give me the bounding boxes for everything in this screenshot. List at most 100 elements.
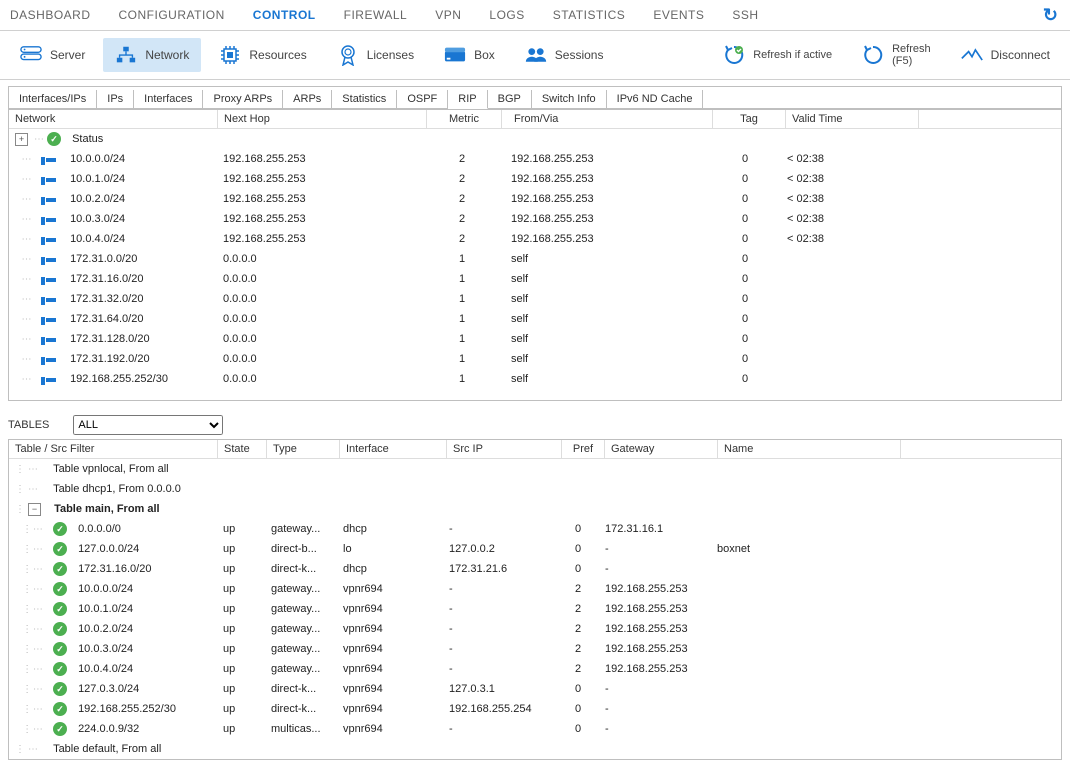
rip-row[interactable]: ⋯ 192.168.255.252/300.0.0.01self0 <box>9 369 1061 389</box>
menu-firewall[interactable]: FIREWALL <box>344 8 408 22</box>
rip-row[interactable]: ⋯ 172.31.128.0/200.0.0.01self0 <box>9 329 1061 349</box>
status-ok-icon: ✓ <box>53 582 67 596</box>
rip-status-row[interactable]: +⋯✓ Status <box>9 129 1061 149</box>
rip-metric: 2 <box>425 211 499 227</box>
rip-row[interactable]: ⋯ 10.0.4.0/24192.168.255.2532192.168.255… <box>9 229 1061 249</box>
rip-row[interactable]: ⋯ 172.31.32.0/200.0.0.01self0 <box>9 289 1061 309</box>
rip-row[interactable]: ⋯ 10.0.0.0/24192.168.255.2532192.168.255… <box>9 149 1061 169</box>
rip-network: 172.31.0.0/20 <box>70 253 137 265</box>
rip-nexthop: 0.0.0.0 <box>217 251 425 267</box>
route-icon <box>41 155 59 163</box>
tables-panel: Table / Src Filter State Type Interface … <box>8 439 1062 760</box>
col-tsf[interactable]: Table / Src Filter <box>9 440 218 458</box>
rip-row[interactable]: ⋯ 172.31.0.0/200.0.0.01self0 <box>9 249 1061 269</box>
menu-statistics[interactable]: STATISTICS <box>553 8 626 22</box>
rip-row[interactable]: ⋯ 10.0.3.0/24192.168.255.2532192.168.255… <box>9 209 1061 229</box>
col-type[interactable]: Type <box>267 440 340 458</box>
table-row[interactable]: ⋮ ⋯✓ 10.0.0.0/24upgateway...vpnr694-2192… <box>9 579 1061 599</box>
col-metric[interactable]: Metric <box>427 110 502 128</box>
rip-validtime: < 02:38 <box>781 191 913 207</box>
route-type: direct-k... <box>265 701 337 717</box>
reload-icon[interactable]: ↻ <box>1043 5 1058 26</box>
toolbar-network[interactable]: Network <box>103 38 201 72</box>
col-network[interactable]: Network <box>9 110 218 128</box>
route-pref: 0 <box>557 521 599 537</box>
subtab-statistics[interactable]: Statistics <box>332 90 397 109</box>
table-row[interactable]: ⋮ ⋯✓ 224.0.0.9/32upmulticas...vpnr694-0- <box>9 719 1061 739</box>
rip-row[interactable]: ⋯ 10.0.2.0/24192.168.255.2532192.168.255… <box>9 189 1061 209</box>
menu-configuration[interactable]: CONFIGURATION <box>119 8 225 22</box>
collapse-icon[interactable]: − <box>28 503 41 516</box>
toolbar-licenses-label: Licenses <box>367 48 414 62</box>
table-row[interactable]: ⋮ ⋯✓ 192.168.255.252/30updirect-k...vpnr… <box>9 699 1061 719</box>
subtab-interfaces-ips[interactable]: Interfaces/IPs <box>9 90 97 109</box>
table-group[interactable]: ⋮⋯ Table vpnlocal, From all <box>9 459 1061 479</box>
tables-filter-select[interactable]: ALL <box>73 415 223 435</box>
route-interface: vpnr694 <box>337 701 443 717</box>
rip-row[interactable]: ⋯ 172.31.192.0/200.0.0.01self0 <box>9 349 1061 369</box>
table-row[interactable]: ⋮ ⋯✓ 127.0.3.0/24updirect-k...vpnr694127… <box>9 679 1061 699</box>
table-group[interactable]: ⋮⋯ Table dhcp1, From 0.0.0.0 <box>9 479 1061 499</box>
rip-validtime <box>781 337 913 341</box>
route-network: 10.0.0.0/24 <box>78 583 133 595</box>
subtab-arps[interactable]: ARPs <box>283 90 332 109</box>
rip-network: 172.31.128.0/20 <box>70 333 150 345</box>
col-name[interactable]: Name <box>718 440 901 458</box>
table-row[interactable]: ⋮ ⋯✓ 10.0.4.0/24upgateway...vpnr694-2192… <box>9 659 1061 679</box>
rip-row[interactable]: ⋯ 10.0.1.0/24192.168.255.2532192.168.255… <box>9 169 1061 189</box>
menu-events[interactable]: EVENTS <box>653 8 704 22</box>
col-validtime[interactable]: Valid Time <box>786 110 919 128</box>
toolbar-box[interactable]: Box <box>432 38 507 72</box>
menu-vpn[interactable]: VPN <box>435 8 461 22</box>
toolbar-sessions[interactable]: Sessions <box>513 38 616 72</box>
toolbar-disconnect[interactable]: Disconnect <box>949 38 1062 72</box>
rip-fromvia: self <box>499 271 709 287</box>
table-row[interactable]: ⋮ ⋯✓ 10.0.3.0/24upgateway...vpnr694-2192… <box>9 639 1061 659</box>
subtab-ipv6-nd-cache[interactable]: IPv6 ND Cache <box>607 90 704 109</box>
toolbar-licenses[interactable]: Licenses <box>325 38 426 72</box>
menu-logs[interactable]: LOGS <box>489 8 524 22</box>
subtab-ips[interactable]: IPs <box>97 90 134 109</box>
toolbar-resources[interactable]: Resources <box>207 38 318 72</box>
table-row[interactable]: ⋮ ⋯✓ 10.0.1.0/24upgateway...vpnr694-2192… <box>9 599 1061 619</box>
col-interface[interactable]: Interface <box>340 440 447 458</box>
rip-network: 10.0.4.0/24 <box>70 233 125 245</box>
subtab-switch-info[interactable]: Switch Info <box>532 90 607 109</box>
col-pref[interactable]: Pref <box>562 440 605 458</box>
rip-row[interactable]: ⋯ 172.31.16.0/200.0.0.01self0 <box>9 269 1061 289</box>
subtab-ospf[interactable]: OSPF <box>397 90 448 109</box>
route-srcip: 127.0.3.1 <box>443 681 557 697</box>
subtab-bgp[interactable]: BGP <box>488 90 532 109</box>
menu-control[interactable]: CONTROL <box>253 8 316 22</box>
route-pref: 0 <box>557 541 599 557</box>
rip-validtime: < 02:38 <box>781 151 913 167</box>
toolbar-refresh-f5[interactable]: Refresh(F5) <box>850 37 943 73</box>
subtab-interfaces[interactable]: Interfaces <box>134 90 203 109</box>
table-group[interactable]: ⋮⋯ Table default, From all <box>9 739 1061 759</box>
table-row[interactable]: ⋮ ⋯✓ 0.0.0.0/0upgateway...dhcp-0172.31.1… <box>9 519 1061 539</box>
rip-row[interactable]: ⋯ 172.31.64.0/200.0.0.01self0 <box>9 309 1061 329</box>
disconnect-icon <box>961 44 983 66</box>
route-name <box>711 627 893 631</box>
route-interface: dhcp <box>337 521 443 537</box>
col-tag[interactable]: Tag <box>713 110 786 128</box>
toolbar-refresh-if-active[interactable]: Refresh if active <box>711 38 844 72</box>
table-row[interactable]: ⋮ ⋯✓ 127.0.0.0/24updirect-b...lo127.0.0.… <box>9 539 1061 559</box>
subtab-proxy-arps[interactable]: Proxy ARPs <box>203 90 283 109</box>
rip-tag: 0 <box>709 151 781 167</box>
expand-icon[interactable]: + <box>15 133 28 146</box>
route-name <box>711 527 893 531</box>
menu-ssh[interactable]: SSH <box>732 8 758 22</box>
col-fromvia[interactable]: From/Via <box>502 110 713 128</box>
table-group[interactable]: ⋮− Table main, From all <box>9 499 1061 519</box>
col-srcip[interactable]: Src IP <box>447 440 562 458</box>
toolbar-server[interactable]: Server <box>8 38 97 72</box>
col-gateway[interactable]: Gateway <box>605 440 718 458</box>
route-state: up <box>217 721 265 737</box>
col-nexthop[interactable]: Next Hop <box>218 110 427 128</box>
menu-dashboard[interactable]: DASHBOARD <box>10 8 91 22</box>
table-row[interactable]: ⋮ ⋯✓ 10.0.2.0/24upgateway...vpnr694-2192… <box>9 619 1061 639</box>
subtab-rip[interactable]: RIP <box>448 90 487 109</box>
table-row[interactable]: ⋮ ⋯✓ 172.31.16.0/20updirect-k...dhcp172.… <box>9 559 1061 579</box>
col-state[interactable]: State <box>218 440 267 458</box>
